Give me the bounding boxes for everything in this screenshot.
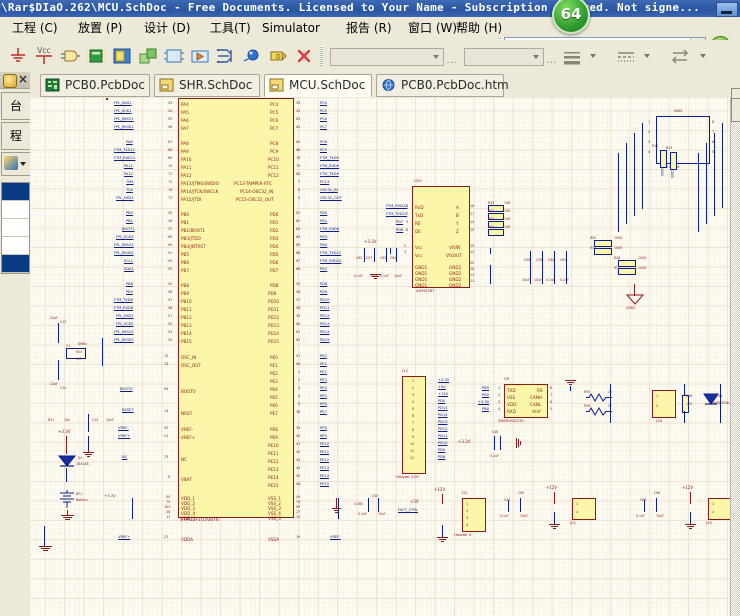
place-sheet-entry-button[interactable] xyxy=(162,44,186,68)
altium-designer-window: P\Rar$DIaO.262\MCU.SchDoc - Free Documen… xyxy=(0,0,740,616)
projects-panel-icon xyxy=(3,74,17,88)
menu-item-tools[interactable]: 工具(T) xyxy=(206,20,255,37)
tab-pcb0-pcbdoc[interactable]: PCB0.PcbDoc xyxy=(40,74,150,97)
j21-part-name: Header 4 xyxy=(454,532,472,537)
list-item[interactable] xyxy=(2,237,29,255)
list-item[interactable] xyxy=(2,255,29,273)
dipswitch-designator: SW2 xyxy=(674,108,683,113)
line-width-more-icon[interactable]: … xyxy=(446,54,458,66)
menu-item-reports[interactable]: 报告 (R) xyxy=(342,20,396,37)
header12-designator: J12 xyxy=(402,368,408,373)
window-title: P\Rar$DIaO.262\MCU.SchDoc - Free Documen… xyxy=(0,1,701,14)
place-net-label-button[interactable] xyxy=(240,44,264,68)
place-vcc-power-port-button[interactable]: Vcc xyxy=(32,44,56,68)
panel-close-icon[interactable]: × xyxy=(18,72,28,87)
j25-designator: J25 xyxy=(706,520,712,525)
place-bus-button[interactable] xyxy=(214,44,238,68)
resistor-r56 xyxy=(586,407,612,416)
j22-designator: J22 xyxy=(570,520,576,525)
schematic-document-icon xyxy=(269,78,284,92)
place-logic-gate-button[interactable] xyxy=(58,44,82,68)
arrow-style-chevron-down-icon[interactable] xyxy=(700,54,706,58)
menu-item-design[interactable]: 设计 (D) xyxy=(140,20,194,37)
list-item[interactable] xyxy=(2,183,29,201)
panel-tree-list[interactable] xyxy=(1,182,30,274)
svg-text:D1: D1 xyxy=(276,54,285,61)
list-item[interactable] xyxy=(2,201,29,219)
line-width-icon[interactable] xyxy=(560,44,584,68)
line-width-chevron-down-icon[interactable] xyxy=(590,54,596,58)
menu-item-simulator[interactable]: Simulator xyxy=(258,20,324,37)
tab-pcb0-pcbdoc-htm[interactable]: PCB0.PcbDoc.htm xyxy=(376,74,509,97)
html-document-icon xyxy=(381,78,396,92)
document-tab-bar: PCB0.PcbDoc SHR.SchDoc MCU.SchDoc PCB0.P… xyxy=(30,72,740,99)
line-style-more-icon[interactable]: … xyxy=(546,54,558,66)
tab-label: PCB0.PcbDoc xyxy=(65,78,145,92)
schematic-canvas[interactable]: STM32F103VBT6 PA4 PA5 PA6 PA7 FPL_NSS1 F… xyxy=(30,98,731,616)
step-number-value: 64 xyxy=(560,5,582,23)
no-erc-marker-button[interactable] xyxy=(292,44,316,68)
line-style-combo[interactable] xyxy=(464,48,544,66)
rs485-part-name: ADM2587 xyxy=(416,288,435,293)
menu-item-help[interactable]: 帮助 (H) xyxy=(452,20,506,37)
panel-caption: × xyxy=(0,72,30,89)
line-style-chevron-down-icon[interactable] xyxy=(644,54,650,58)
place-sheet-symbol-button[interactable] xyxy=(110,44,134,68)
svg-text:Vcc: Vcc xyxy=(37,46,50,55)
tab-label: PCB0.PcbDoc.htm xyxy=(401,78,509,92)
battery-bt1 xyxy=(60,490,74,508)
menu-item-project[interactable]: 工程 (C) xyxy=(8,20,62,37)
resistor-r55 xyxy=(586,393,612,402)
place-port-button[interactable] xyxy=(188,44,212,68)
wiring-toolbar: Vcc D1 … … xyxy=(0,40,740,73)
diode-d1 xyxy=(57,455,77,467)
can-part-name: SN65HVD230 xyxy=(498,418,524,423)
rs485-designator: U20 xyxy=(414,178,422,183)
gnd2-symbol xyxy=(626,294,644,305)
schematic-document-icon xyxy=(159,78,174,92)
line-width-combo[interactable] xyxy=(330,48,444,66)
pcb-document-icon xyxy=(45,78,60,92)
place-designator-button[interactable]: D1 xyxy=(266,44,290,68)
tab-label: MCU.SchDoc xyxy=(289,78,366,92)
canvas-vertical-scrollbar[interactable] xyxy=(730,88,740,616)
j21-designator: J21 xyxy=(462,490,468,495)
toolbar-separator[interactable] xyxy=(320,46,323,66)
window-titlebar: P\Rar$DIaO.262\MCU.SchDoc - Free Documen… xyxy=(0,0,740,17)
workspace-button[interactable]: 台 xyxy=(1,92,30,120)
gnd2-label: GND2 xyxy=(626,306,636,310)
tab-label: SHR.SchDoc xyxy=(179,78,253,92)
can-connector-designator: J18 xyxy=(656,418,662,423)
tab-mcu-schdoc[interactable]: MCU.SchDoc xyxy=(264,74,372,97)
place-part-button[interactable] xyxy=(84,44,108,68)
minimize-button[interactable] xyxy=(716,2,738,17)
place-gnd-power-port-button[interactable] xyxy=(6,44,30,68)
navigate-dropdown-button[interactable] xyxy=(1,152,30,176)
menu-bar: 工程 (C) 放置 (P) 设计 (D) 工具(T) Simulator 报告 … xyxy=(0,17,740,57)
header12-part-name: Header 12H xyxy=(396,474,419,479)
arrow-style-icon[interactable] xyxy=(668,44,692,68)
left-dock-panel: × 台 程 xyxy=(0,72,31,616)
menu-item-place[interactable]: 放置 (P) xyxy=(74,20,126,37)
place-device-sheet-button[interactable] xyxy=(136,44,160,68)
can-designator: U5 xyxy=(504,376,510,381)
list-item[interactable] xyxy=(2,219,29,237)
line-style-icon[interactable] xyxy=(614,44,638,68)
projects-button[interactable]: 程 xyxy=(1,122,30,150)
tab-shr-schdoc[interactable]: SHR.SchDoc xyxy=(154,74,260,97)
scrollbar-thumb[interactable] xyxy=(731,98,740,122)
